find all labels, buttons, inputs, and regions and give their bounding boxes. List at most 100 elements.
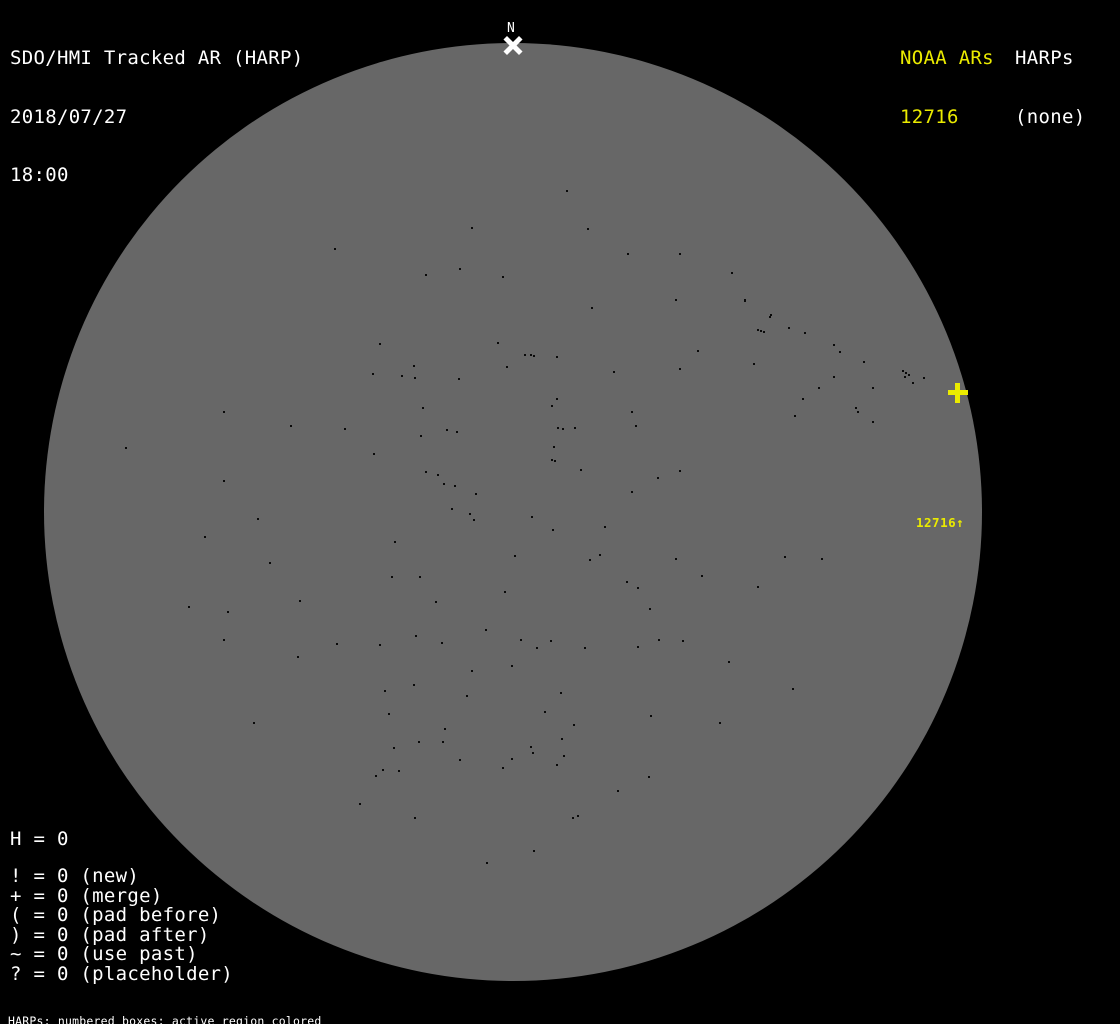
- legend-item: ~ = 0 (use past): [10, 943, 198, 965]
- caption-line-harps: HARPs: numbered boxes; active region col…: [8, 1014, 322, 1024]
- speckle-dot: [760, 330, 762, 332]
- noaa-ars-column: NOAA ARs 12716: [900, 10, 994, 166]
- speckle-dot: [701, 575, 703, 577]
- speckle-dot: [414, 817, 416, 819]
- speckle-dot: [697, 350, 699, 352]
- speckle-dot: [554, 460, 556, 462]
- speckle-dot: [679, 368, 681, 370]
- speckle-dot: [904, 376, 906, 378]
- speckle-dot: [912, 382, 914, 384]
- speckle-dot: [469, 513, 471, 515]
- speckle-dot: [420, 435, 422, 437]
- speckle-dot: [561, 738, 563, 740]
- speckle-dot: [506, 366, 508, 368]
- time-label: 18:00: [10, 164, 69, 186]
- speckle-dot: [227, 611, 229, 613]
- harps-heading: HARPs: [1015, 47, 1074, 69]
- speckle-dot: [573, 724, 575, 726]
- speckle-dot: [384, 690, 386, 692]
- speckle-dot: [792, 688, 794, 690]
- speckle-dot: [757, 586, 759, 588]
- speckle-dot: [419, 576, 421, 578]
- speckle-dot: [562, 428, 564, 430]
- speckle-dot: [418, 741, 420, 743]
- speckle-dot: [679, 253, 681, 255]
- speckle-dot: [502, 276, 504, 278]
- noaa-ar-cross-marker: [948, 383, 968, 403]
- legend-item: ! = 0 (new): [10, 865, 140, 887]
- speckle-dot: [290, 425, 292, 427]
- speckle-dot: [604, 526, 606, 528]
- legend-flag-list: ! = 0 (new) + = 0 (merge)( = 0 (pad befor…: [10, 865, 233, 984]
- speckle-dot: [591, 307, 593, 309]
- speckle-dot: [682, 640, 684, 642]
- speckle-dot: [382, 769, 384, 771]
- noaa-ar-number-label: 12716↑: [916, 515, 965, 530]
- speckle-dot: [459, 759, 461, 761]
- speckle-dot: [566, 190, 568, 192]
- speckle-dot: [125, 447, 127, 449]
- speckle-dot: [905, 372, 907, 374]
- speckle-dot: [466, 695, 468, 697]
- harp-tracking-view: SDO/HMI Tracked AR (HARP) 2018/07/27 18:…: [0, 0, 1120, 1024]
- speckle-dot: [486, 862, 488, 864]
- speckle-dot: [334, 248, 336, 250]
- speckle-dot: [223, 639, 225, 641]
- harps-column: HARPs (none): [1015, 10, 1085, 166]
- speckle-dot: [401, 375, 403, 377]
- speckle-dot: [253, 722, 255, 724]
- speckle-dot: [728, 661, 730, 663]
- speckle-dot: [563, 755, 565, 757]
- speckle-dot: [425, 274, 427, 276]
- cross-vertical-bar: [955, 383, 960, 403]
- speckle-dot: [544, 711, 546, 713]
- speckle-dot: [373, 453, 375, 455]
- speckle-dot: [556, 764, 558, 766]
- speckle-dot: [223, 480, 225, 482]
- speckle-dot: [359, 803, 361, 805]
- speckle-dot: [398, 770, 400, 772]
- speckle-dot: [454, 485, 456, 487]
- speckle-dot: [719, 722, 721, 724]
- speckle-dot: [458, 378, 460, 380]
- speckle-dot: [553, 446, 555, 448]
- speckle-dot: [520, 639, 522, 641]
- speckle-dot: [511, 665, 513, 667]
- speckle-dot: [441, 642, 443, 644]
- speckle-dot: [379, 343, 381, 345]
- speckle-dot: [679, 470, 681, 472]
- speckle-dot: [788, 327, 790, 329]
- speckle-dot: [413, 684, 415, 686]
- speckle-dot: [818, 387, 820, 389]
- speckle-dot: [587, 228, 589, 230]
- speckle-dot: [551, 459, 553, 461]
- speckle-dot: [532, 752, 534, 754]
- speckle-dot: [637, 587, 639, 589]
- speckle-dot: [388, 713, 390, 715]
- header-block: SDO/HMI Tracked AR (HARP) 2018/07/27 18:…: [10, 10, 303, 225]
- speckle-dot: [584, 647, 586, 649]
- speckle-dot: [451, 508, 453, 510]
- speckle-dot: [536, 647, 538, 649]
- speckle-dot: [833, 344, 835, 346]
- speckle-dot: [269, 562, 271, 564]
- speckle-dot: [648, 776, 650, 778]
- speckle-dot: [923, 377, 925, 379]
- speckle-dot: [471, 227, 473, 229]
- speckle-dot: [391, 576, 393, 578]
- speckle-dot: [599, 554, 601, 556]
- speckle-dot: [589, 559, 591, 561]
- speckle-dot: [577, 815, 579, 817]
- speckle-dot: [794, 415, 796, 417]
- speckle-dot: [504, 591, 506, 593]
- speckle-dot: [299, 600, 301, 602]
- speckle-dot: [626, 581, 628, 583]
- speckle-dot: [372, 373, 374, 375]
- speckle-dot: [394, 541, 396, 543]
- speckle-dot: [415, 635, 417, 637]
- speckle-dot: [471, 670, 473, 672]
- speckle-dot: [336, 643, 338, 645]
- speckle-dot: [550, 640, 552, 642]
- speckle-dot: [833, 376, 835, 378]
- speckle-dot: [379, 644, 381, 646]
